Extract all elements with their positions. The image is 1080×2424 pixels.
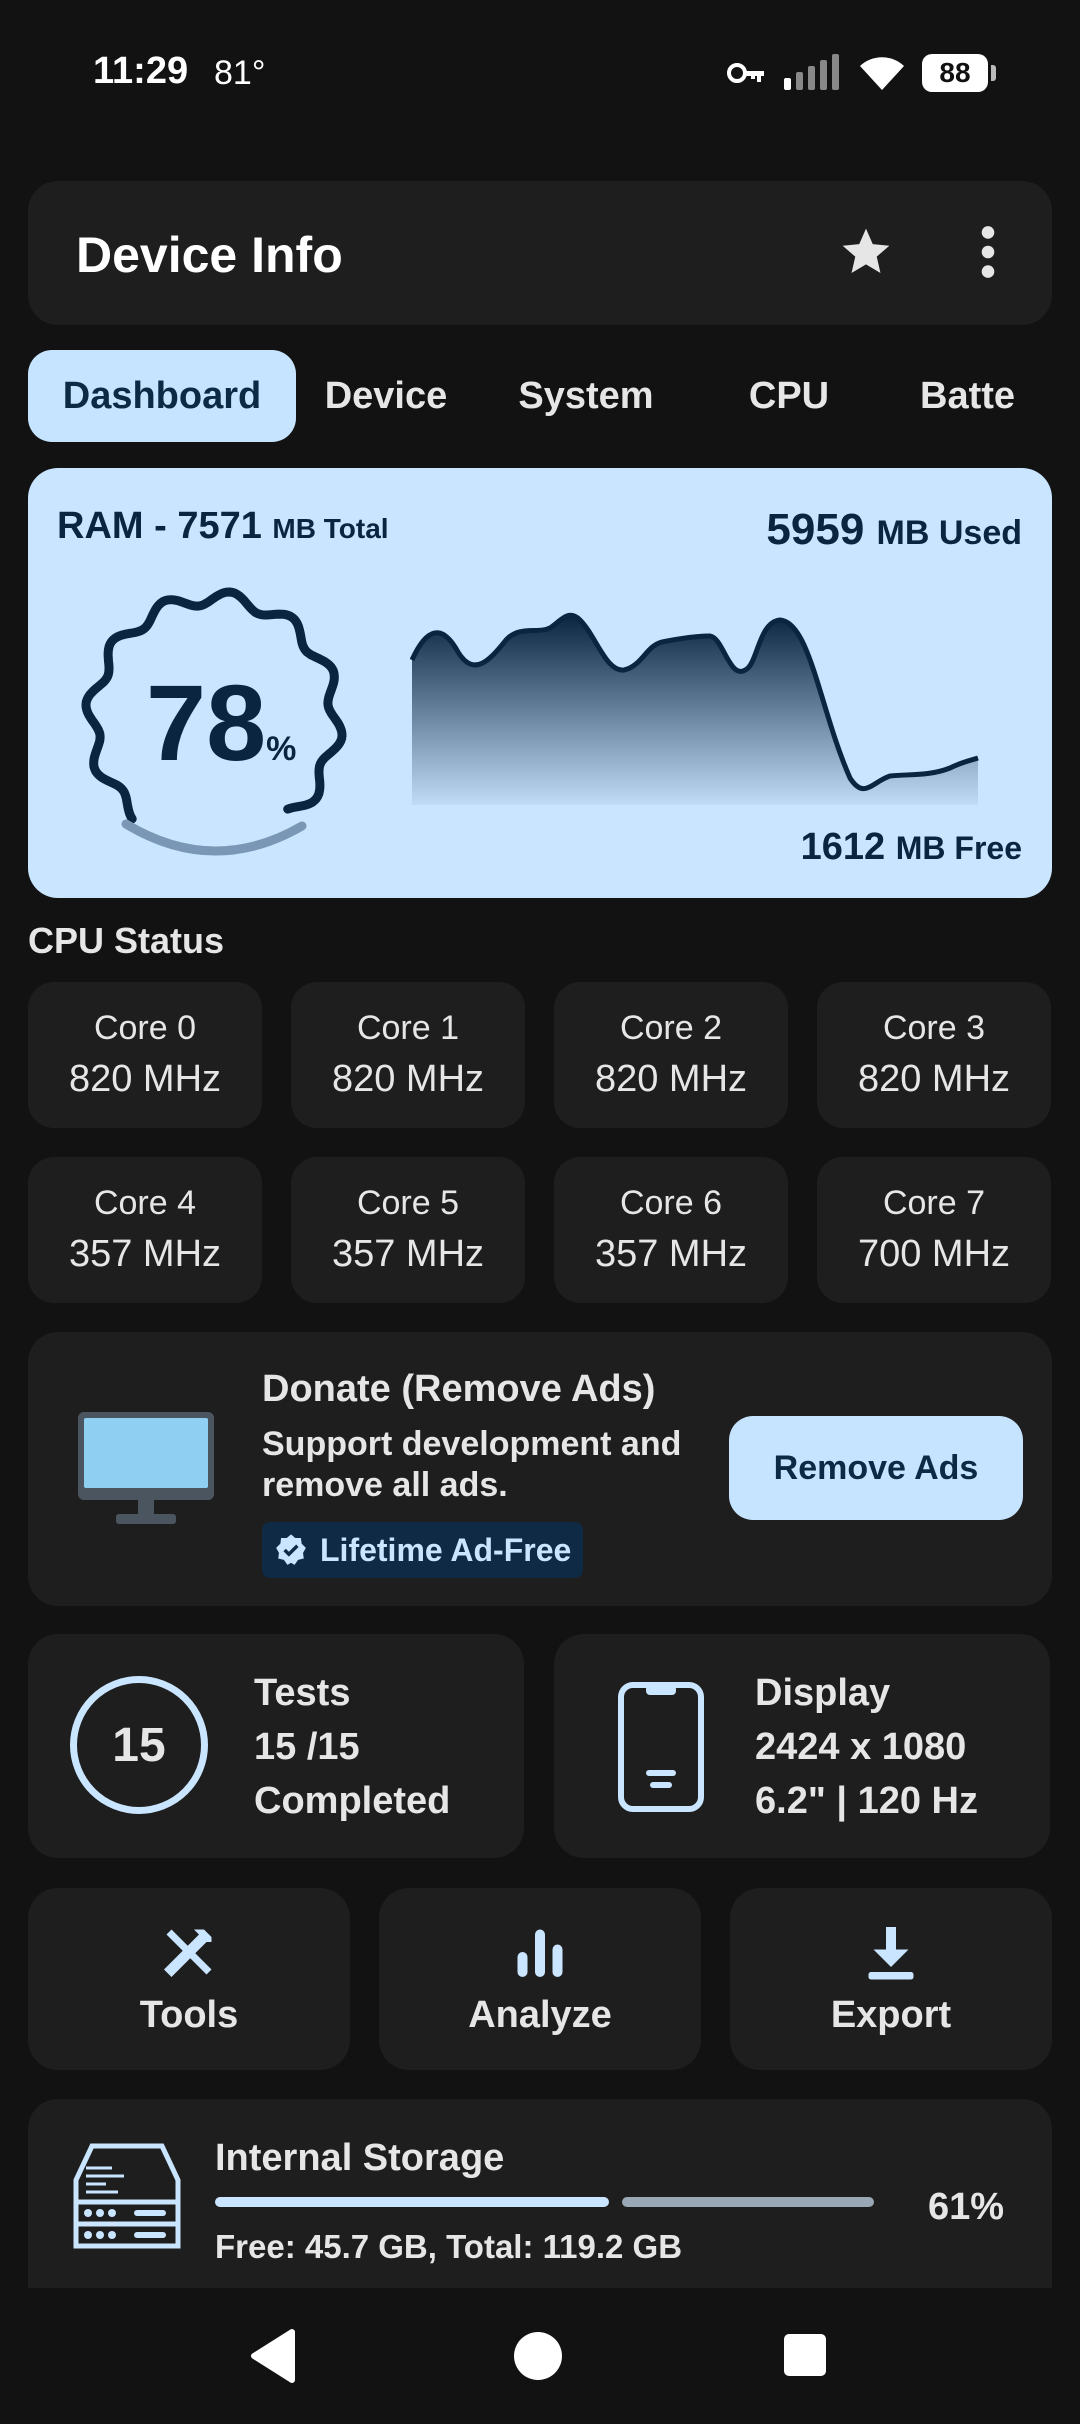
core-name: Core 7 — [882, 1184, 986, 1222]
tab-system[interactable]: System — [476, 350, 696, 442]
status-icons: 88 — [726, 54, 996, 92]
storage-title: Internal Storage — [215, 2137, 505, 2179]
core-name: Core 4 — [93, 1184, 197, 1222]
core-card[interactable]: Core 6 357 MHz — [554, 1157, 788, 1303]
display-title: Display — [755, 1672, 891, 1714]
donate-title: Donate (Remove Ads) — [262, 1368, 656, 1410]
phone-icon — [618, 1682, 704, 1812]
ram-used-value: 5959 — [766, 505, 865, 554]
tools-icon — [164, 1929, 212, 1977]
core-name: Core 2 — [619, 1009, 723, 1047]
ram-total-value: 7571 — [177, 505, 262, 547]
ram-used: 5959 MB Used — [766, 505, 1022, 555]
core-frequency: 700 MHz — [857, 1233, 1011, 1275]
export-button[interactable]: Export — [730, 1888, 1052, 2070]
ram-used-unit: MB Used — [876, 514, 1022, 552]
display-info: Display 2424 x 1080 6.2" | 120 Hz — [755, 1666, 978, 1828]
tab-bar: Dashboard Device System CPU Batte — [28, 350, 1080, 442]
ram-title-prefix: RAM - — [57, 505, 178, 547]
core-card[interactable]: Core 0 820 MHz — [28, 982, 262, 1128]
ram-percent-sign: % — [266, 730, 297, 768]
star-icon[interactable] — [838, 224, 894, 280]
home-icon[interactable] — [512, 2330, 564, 2382]
core-name: Core 0 — [93, 1009, 197, 1047]
display-resolution: 2424 x 1080 — [755, 1726, 967, 1768]
analyze-icon — [517, 1929, 563, 1977]
export-label: Export — [830, 1993, 952, 2036]
core-name: Core 6 — [619, 1184, 723, 1222]
storage-drive-icon — [73, 2143, 181, 2249]
tools-label: Tools — [139, 1993, 239, 2036]
vpn-key-icon — [727, 63, 764, 83]
analyze-button[interactable]: Analyze — [379, 1888, 701, 2070]
ram-free-value: 1612 — [800, 826, 886, 868]
app-title: Device Info — [76, 227, 343, 283]
core-name: Core 5 — [356, 1184, 460, 1222]
back-icon[interactable] — [248, 2328, 298, 2384]
verified-icon — [276, 1534, 306, 1565]
tab-cpu[interactable]: CPU — [696, 350, 882, 442]
core-name: Core 3 — [882, 1009, 986, 1047]
core-frequency: 820 MHz — [857, 1058, 1011, 1100]
core-card[interactable]: Core 7 700 MHz — [817, 1157, 1051, 1303]
core-frequency: 357 MHz — [594, 1233, 748, 1275]
tests-info: Tests 15 /15 Completed — [254, 1666, 450, 1828]
remove-ads-button[interactable]: Remove Ads — [729, 1416, 1023, 1520]
ram-free: 1612 MB Free — [801, 826, 1022, 869]
storage-percent: 61% — [927, 2186, 1004, 2228]
tests-count-circle: 15 — [70, 1676, 208, 1814]
cpu-status-title: CPU Status — [28, 920, 225, 961]
monitor-icon — [78, 1412, 214, 1524]
ad-free-badge: Lifetime Ad-Free — [262, 1522, 584, 1578]
battery-indicator: 88 — [922, 54, 996, 92]
wifi-icon — [860, 57, 904, 90]
core-card[interactable]: Core 4 357 MHz — [28, 1157, 262, 1303]
ram-free-unit: MB Free — [895, 830, 1022, 866]
core-frequency: 820 MHz — [68, 1058, 222, 1100]
tab-battery[interactable]: Batte — [882, 350, 1080, 442]
analyze-label: Analyze — [468, 1993, 612, 2036]
core-card[interactable]: Core 3 820 MHz — [817, 982, 1051, 1128]
core-card[interactable]: Core 2 820 MHz — [554, 982, 788, 1128]
ram-total-unit: MB Total — [272, 513, 389, 544]
storage-bar-remaining — [622, 2197, 874, 2207]
core-frequency: 357 MHz — [68, 1233, 222, 1275]
tests-title: Tests — [254, 1672, 351, 1714]
tab-device[interactable]: Device — [296, 350, 476, 442]
export-icon — [868, 1926, 914, 1979]
core-frequency: 357 MHz — [331, 1233, 485, 1275]
core-frequency: 820 MHz — [594, 1058, 748, 1100]
signal-icon — [784, 54, 839, 90]
core-card[interactable]: Core 1 820 MHz — [291, 982, 525, 1128]
tests-status: Completed — [254, 1780, 451, 1822]
donate-description: Support development and remove all ads. — [262, 1425, 682, 1504]
tests-progress: 15 /15 — [254, 1726, 360, 1768]
badge-label: Lifetime Ad-Free — [320, 1531, 572, 1568]
ram-usage-chart — [410, 612, 979, 805]
tools-button[interactable]: Tools — [28, 1888, 350, 2070]
core-frequency: 820 MHz — [331, 1058, 485, 1100]
more-vert-icon[interactable] — [970, 224, 1006, 280]
ram-percent: 78% — [146, 660, 296, 785]
navigation-bar — [0, 2288, 1080, 2424]
status-temperature: 81° — [214, 54, 266, 92]
ram-percent-value: 78 — [146, 662, 267, 783]
storage-info: Free: 45.7 GB, Total: 119.2 GB — [215, 2228, 683, 2265]
ram-title: RAM - 7571 MB Total — [57, 505, 389, 548]
status-time: 11:29 — [93, 50, 189, 92]
tab-dashboard[interactable]: Dashboard — [28, 350, 296, 442]
storage-bar-used — [215, 2197, 609, 2207]
core-card[interactable]: Core 5 357 MHz — [291, 1157, 525, 1303]
display-details: 6.2" | 120 Hz — [755, 1780, 978, 1822]
recents-icon[interactable] — [782, 2332, 828, 2378]
core-name: Core 1 — [356, 1009, 460, 1047]
